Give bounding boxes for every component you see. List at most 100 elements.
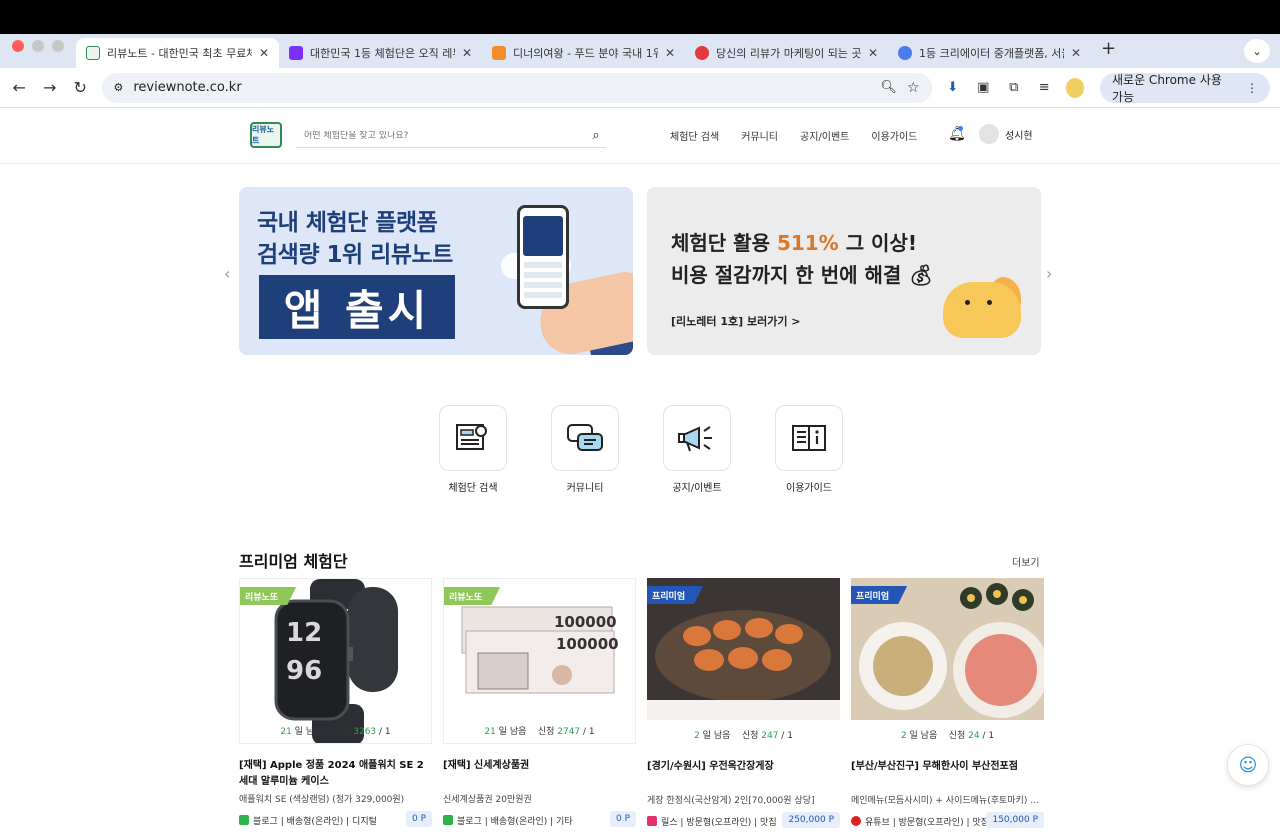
tab-title: 대한민국 1등 체험단은 오직 레뷰: [310, 47, 455, 60]
notification-bell-icon[interactable]: 🔔︎: [948, 126, 966, 142]
campaign-description: 게장 한정식(국산암게) 2인[70,000원 상당]: [647, 796, 815, 806]
logo-text: 리뷰노트: [252, 125, 275, 145]
campaign-card[interactable]: 프리미엄 2 일 남음 신청 247 / 1 [경기/수원시] 우전옥간장게장 …: [647, 578, 840, 830]
download-arrow-icon[interactable]: ⬇: [944, 78, 963, 98]
avatar: [979, 124, 999, 144]
carousel-prev-icon[interactable]: ‹: [224, 264, 230, 283]
reviewnote-favicon-icon: [86, 46, 100, 60]
extensions-puzzle-icon[interactable]: ⧉: [1005, 78, 1024, 98]
campaign-footer: 릴스 | 방문형(오프라인) | 맛집 250,000 P: [647, 812, 840, 830]
campaign-card[interactable]: 12 96 리뷰노또 21 일 남음 신청 3263 / 1 [재택] Appl…: [239, 578, 432, 830]
campaign-card[interactable]: 100000 100000 리뷰노또 21 일 남음 신청 2747 / 1 […: [443, 578, 636, 830]
quick-item-label: 커뮤니티: [566, 483, 604, 494]
chrome-update-button[interactable]: 새로운 Chrome 사용 가능 ⋮: [1100, 72, 1270, 104]
zoom-icon[interactable]: 🔍︎: [880, 80, 897, 95]
quick-item-search[interactable]: 체험단 검색: [439, 405, 507, 494]
premium-badge: 프리미엄: [647, 586, 704, 604]
back-arrow-icon[interactable]: ←: [10, 78, 29, 97]
campaign-thumbnail[interactable]: 100000 100000 리뷰노또 21 일 남음 신청 2747 / 1: [443, 578, 636, 744]
revu-favicon-icon: [289, 46, 303, 60]
nav-item-community[interactable]: 커뮤니티: [741, 128, 778, 143]
campaign-channel: 블로그 | 배송형(온라인) | 기타: [457, 816, 573, 827]
window-controls: [0, 34, 76, 68]
tab-title: 디너의여왕 - 푸드 분야 국내 1위 마: [513, 47, 658, 60]
browser-tab-reviewnote[interactable]: 리뷰노트 - 대한민국 최초 무료체험단 ✕: [76, 38, 279, 68]
campaign-footer: 유튜브 | 방문형(오프라인) | 맛집 150,000 P: [851, 812, 1044, 830]
campaign-footer: 블로그 | 배송형(온라인) | 디지털 0 P: [239, 811, 432, 829]
nav-item-guide[interactable]: 이용가이드: [871, 128, 917, 143]
minimize-window-button[interactable]: [32, 40, 44, 52]
svg-text:12: 12: [286, 618, 322, 648]
campaign-points: 250,000 P: [782, 812, 840, 828]
tab-search-chevron-icon[interactable]: ⌄: [1244, 39, 1270, 63]
target-favicon-icon: [695, 46, 709, 60]
reload-icon[interactable]: ↻: [71, 78, 90, 97]
close-tab-icon[interactable]: ✕: [259, 46, 269, 60]
kebab-menu-icon[interactable]: ⋮: [1246, 81, 1258, 95]
quick-item-notice[interactable]: 공지/이벤트: [663, 405, 731, 494]
browser-tab-review-marketing[interactable]: 당신의 리뷰가 마케팅이 되는 곳,리 ✕: [685, 38, 888, 68]
campaign-description: 애플워치 SE (색상랜덤) (정가 329,000원): [239, 795, 405, 805]
campaign-title[interactable]: [경기/수원시] 우전옥간장게장: [647, 759, 840, 791]
forward-arrow-icon[interactable]: →: [41, 78, 60, 97]
campaign-thumbnail[interactable]: 12 96 리뷰노또 21 일 남음 신청 3263 / 1: [239, 578, 432, 744]
site-header: 리뷰노트 ⌕ 체험단 검색 커뮤니티 공지/이벤트 이용가이드 🔔︎ 성시현: [0, 108, 1280, 164]
browser-tab-dinnerqueen[interactable]: 디너의여왕 - 푸드 분야 국내 1위 마 ✕: [482, 38, 685, 68]
naver-blog-icon: [443, 815, 453, 825]
new-tab-icon[interactable]: +: [1091, 38, 1126, 65]
campaign-card[interactable]: 프리미엄 2 일 남음 신청 24 / 1 [부산/부산진구] 무해한사이 부산…: [851, 578, 1044, 830]
hamster-mascot: [943, 282, 1021, 338]
quick-item-label: 체험단 검색: [448, 483, 498, 494]
close-tab-icon[interactable]: ✕: [1071, 46, 1081, 60]
app-launch-banner[interactable]: 국내 체험단 플랫폼 검색량 1위 리뷰노트 앱 출시: [239, 187, 633, 355]
extension-badge-icon[interactable]: ▣: [974, 78, 993, 98]
section-title: 프리미엄 체험단: [239, 552, 348, 571]
campaign-channel: 블로그 | 배송형(온라인) | 디지털: [253, 816, 377, 827]
premium-card-list: 12 96 리뷰노또 21 일 남음 신청 3263 / 1 [재택] Appl…: [239, 578, 1044, 830]
megaphone-icon: [663, 405, 731, 471]
campaign-channel: 릴스 | 방문형(오프라인) | 맛집: [661, 817, 777, 828]
campaign-title[interactable]: [부산/부산진구] 무해한사이 부산전포점: [851, 759, 1044, 791]
hero-carousel: 국내 체험단 플랫폼 검색량 1위 리뷰노트 앱 출시 체험단 활용 511% …: [239, 187, 1041, 355]
site-search-input[interactable]: [296, 130, 586, 141]
address-bar[interactable]: ⚙ reviewnote.co.kr 🔍︎ ☆: [101, 72, 932, 103]
browser-tab-revu[interactable]: 대한민국 1등 체험단은 오직 레뷰 ✕: [279, 38, 482, 68]
notification-dot: [958, 126, 963, 131]
chat-support-icon[interactable]: ☺: [1227, 744, 1269, 786]
nav-item-notice[interactable]: 공지/이벤트: [800, 128, 849, 143]
reviewnote-logo[interactable]: 리뷰노트: [250, 122, 282, 148]
close-tab-icon[interactable]: ✕: [462, 46, 472, 60]
campaign-title[interactable]: [재택] Apple 정품 2024 애플워치 SE 2세대 알루미늄 케이스: [239, 758, 432, 790]
campaign-thumbnail[interactable]: 프리미엄: [851, 578, 1044, 720]
quick-item-guide[interactable]: 이용가이드: [775, 405, 843, 494]
event-badge: 리뷰노또: [444, 587, 501, 605]
nav-item-search[interactable]: 체험단 검색: [670, 128, 719, 143]
campaign-footer: 블로그 | 배송형(온라인) | 기타 0 P: [443, 811, 636, 829]
newsletter-banner[interactable]: 체험단 활용 511% 그 이상! 비용 절감까지 한 번에 해결 💰︎ [리노…: [647, 187, 1041, 355]
banner-headline-2: 비용 절감까지 한 번에 해결 💰︎: [671, 263, 934, 287]
campaign-points: 0 P: [609, 811, 636, 827]
newsletter-link[interactable]: [리노레터 1호] 보러가기 >: [671, 313, 801, 329]
svg-text:100000: 100000: [556, 635, 619, 653]
maximize-window-button[interactable]: [52, 40, 64, 52]
quick-item-community[interactable]: 커뮤니티: [551, 405, 619, 494]
media-queue-icon[interactable]: ≡: [1035, 78, 1054, 98]
campaign-thumbnail[interactable]: 프리미엄: [647, 578, 840, 720]
search-icon[interactable]: ⌕: [586, 128, 606, 143]
campaign-title[interactable]: [재택] 신세계상품권: [443, 758, 636, 790]
see-more-link[interactable]: 더보기: [1012, 554, 1040, 569]
close-tab-icon[interactable]: ✕: [868, 46, 878, 60]
carousel-next-icon[interactable]: ›: [1046, 264, 1052, 283]
profile-avatar-icon[interactable]: [1065, 77, 1084, 98]
url-text[interactable]: reviewnote.co.kr: [133, 80, 870, 95]
quick-menu: 체험단 검색 커뮤니티 공지/이벤트 이용가이드: [439, 405, 843, 494]
site-settings-icon[interactable]: ⚙: [114, 81, 124, 94]
banner-headline-2: 검색량 1위 리뷰노트: [257, 242, 453, 268]
user-menu[interactable]: 성시현: [979, 124, 1033, 144]
browser-tab-seoulouba[interactable]: 1등 크리에이터 중개플랫폼, 서울오 ✕: [888, 38, 1091, 68]
chrome-update-label: 새로운 Chrome 사용 가능: [1112, 72, 1222, 104]
campaign-channel: 유튜브 | 방문형(오프라인) | 맛집: [865, 817, 989, 828]
bookmark-star-icon[interactable]: ☆: [907, 80, 920, 96]
close-window-button[interactable]: [12, 40, 24, 52]
close-tab-icon[interactable]: ✕: [665, 46, 675, 60]
